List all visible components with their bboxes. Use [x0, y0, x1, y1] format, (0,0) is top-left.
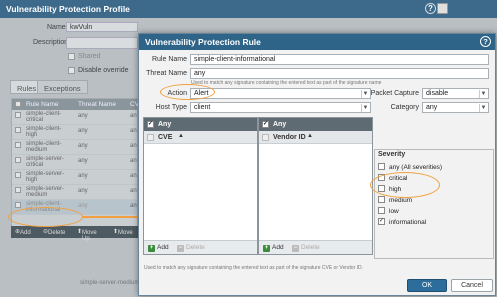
table-row[interactable]: simple-client-high any an — [12, 125, 137, 140]
cve-toolbar: + Add − Delete — [144, 240, 257, 254]
table-row[interactable]: simple-client-critical any an — [12, 110, 137, 125]
severity-low-checkbox[interactable] — [378, 207, 385, 214]
name-field[interactable]: kwVuln — [66, 22, 138, 32]
tab-exceptions[interactable]: Exceptions — [37, 80, 88, 94]
chevron-down-icon: ▼ — [361, 104, 369, 112]
delete-rule-button[interactable]: ⊖ Delete — [43, 228, 65, 236]
table-row[interactable]: simple-server-critical any an — [12, 155, 137, 170]
vendor-grid: ✓ Any Vendor ID ▲ + Add − Delete — [258, 117, 373, 255]
rule-name-label: Rule Name — [151, 56, 187, 63]
description-label: Description — [33, 39, 69, 46]
vendor-toolbar: + Add − Delete — [259, 240, 372, 254]
profile-title-bar: Vulnerability Protection Profile ? — [0, 0, 497, 18]
table-row[interactable]: simple-client-medium any an — [12, 140, 137, 155]
help-icon[interactable]: ? — [480, 36, 491, 47]
cve-grid: ✓ Any CVE ▲ + Add − Delete — [143, 117, 258, 255]
cve-vendor-hint: Used to match any signature containing t… — [144, 265, 364, 271]
category-label: Category — [390, 104, 419, 111]
severity-group: Severity any (All severities) critical h… — [374, 149, 494, 259]
threat-name-label: Threat Name — [146, 70, 187, 77]
shared-checkbox[interactable] — [68, 53, 75, 60]
highlight-informational — [370, 172, 440, 198]
select-all-checkbox[interactable] — [15, 101, 21, 107]
name-label: Name — [47, 24, 66, 31]
packet-capture-label: Packet Capture — [370, 90, 419, 97]
col-rule-name: Rule Name — [26, 101, 59, 108]
chevron-down-icon: ▼ — [479, 90, 487, 98]
host-type-select[interactable]: client ▼ — [190, 102, 371, 113]
severity-informational-checkbox[interactable]: ✓ — [378, 218, 385, 225]
move-up-button[interactable]: ⬆ Move Up — [77, 228, 97, 242]
table-row[interactable]: simple-server-high any an — [12, 170, 137, 185]
vendor-add-button[interactable]: + Add — [263, 244, 284, 252]
severity-informational[interactable]: ✓ informational — [378, 218, 426, 226]
rule-name-input[interactable]: simple-client-informational — [190, 54, 489, 65]
vendor-column-header: Vendor ID ▲ — [259, 131, 372, 144]
action-select[interactable]: Alert ▼ — [190, 88, 371, 99]
sort-icon: ▲ — [307, 133, 313, 139]
dialog-title-bar: Vulnerability Protection Rule ? — [139, 34, 495, 50]
sort-icon: ▲ — [178, 133, 184, 139]
highlight-selected-row — [8, 207, 83, 227]
disable-override-checkbox[interactable] — [68, 67, 75, 74]
description-field[interactable] — [66, 37, 138, 49]
ok-button[interactable]: OK — [407, 279, 447, 292]
cve-any-header: ✓ Any — [144, 118, 257, 131]
cancel-button[interactable]: Cancel — [451, 279, 493, 292]
severity-medium[interactable]: medium — [378, 196, 412, 204]
dialog-title: Vulnerability Protection Rule — [145, 37, 261, 47]
col-threat-name: Threat Name — [78, 101, 116, 108]
highlight-connector — [82, 216, 142, 218]
disable-override-label: Disable override — [78, 67, 129, 74]
severity-low[interactable]: low — [378, 207, 399, 215]
severity-any-checkbox[interactable] — [378, 163, 385, 170]
table-row[interactable]: simple-server-medium any an — [12, 185, 137, 200]
behind-text: simple-server-medium — [80, 280, 140, 286]
vendor-select-all-checkbox[interactable] — [262, 134, 269, 141]
rules-toolbar: ⊕ Add ⊖ Delete ⬆ Move Up ⬆ Move — [11, 226, 138, 242]
shared-label: Shared — [78, 53, 101, 60]
rule-dialog: Vulnerability Protection Rule ? Rule Nam… — [138, 33, 496, 296]
add-rule-button[interactable]: ⊕ Add — [15, 228, 31, 236]
threat-name-hint: Used to match any signature containing t… — [191, 80, 382, 86]
packet-capture-select[interactable]: disable ▼ — [422, 88, 489, 99]
vendor-any-header: ✓ Any — [259, 118, 372, 131]
profile-title: Vulnerability Protection Profile — [6, 4, 130, 14]
vendor-delete-button[interactable]: − Delete — [292, 244, 320, 252]
threat-name-input[interactable]: any — [190, 68, 489, 79]
vendor-any-checkbox[interactable]: ✓ — [262, 121, 269, 128]
highlight-action — [160, 84, 215, 100]
severity-title: Severity — [378, 151, 406, 158]
help-icon[interactable]: ? — [425, 3, 436, 14]
rules-table-header: Rule Name Threat Name CV — [12, 99, 139, 110]
host-type-label: Host Type — [155, 104, 187, 111]
cve-column-header: CVE ▲ — [144, 131, 257, 144]
window-icon[interactable] — [437, 3, 448, 14]
severity-medium-checkbox[interactable] — [378, 196, 385, 203]
chevron-down-icon: ▼ — [361, 90, 369, 98]
severity-any[interactable]: any (All severities) — [378, 163, 442, 171]
cve-select-all-checkbox[interactable] — [147, 134, 154, 141]
cve-delete-button[interactable]: − Delete — [177, 244, 205, 252]
cve-any-checkbox[interactable]: ✓ — [147, 121, 154, 128]
chevron-down-icon: ▼ — [479, 104, 487, 112]
cve-add-button[interactable]: + Add — [148, 244, 169, 252]
category-select[interactable]: any ▼ — [422, 102, 489, 113]
move-down-button[interactable]: ⬆ Move — [113, 228, 133, 236]
